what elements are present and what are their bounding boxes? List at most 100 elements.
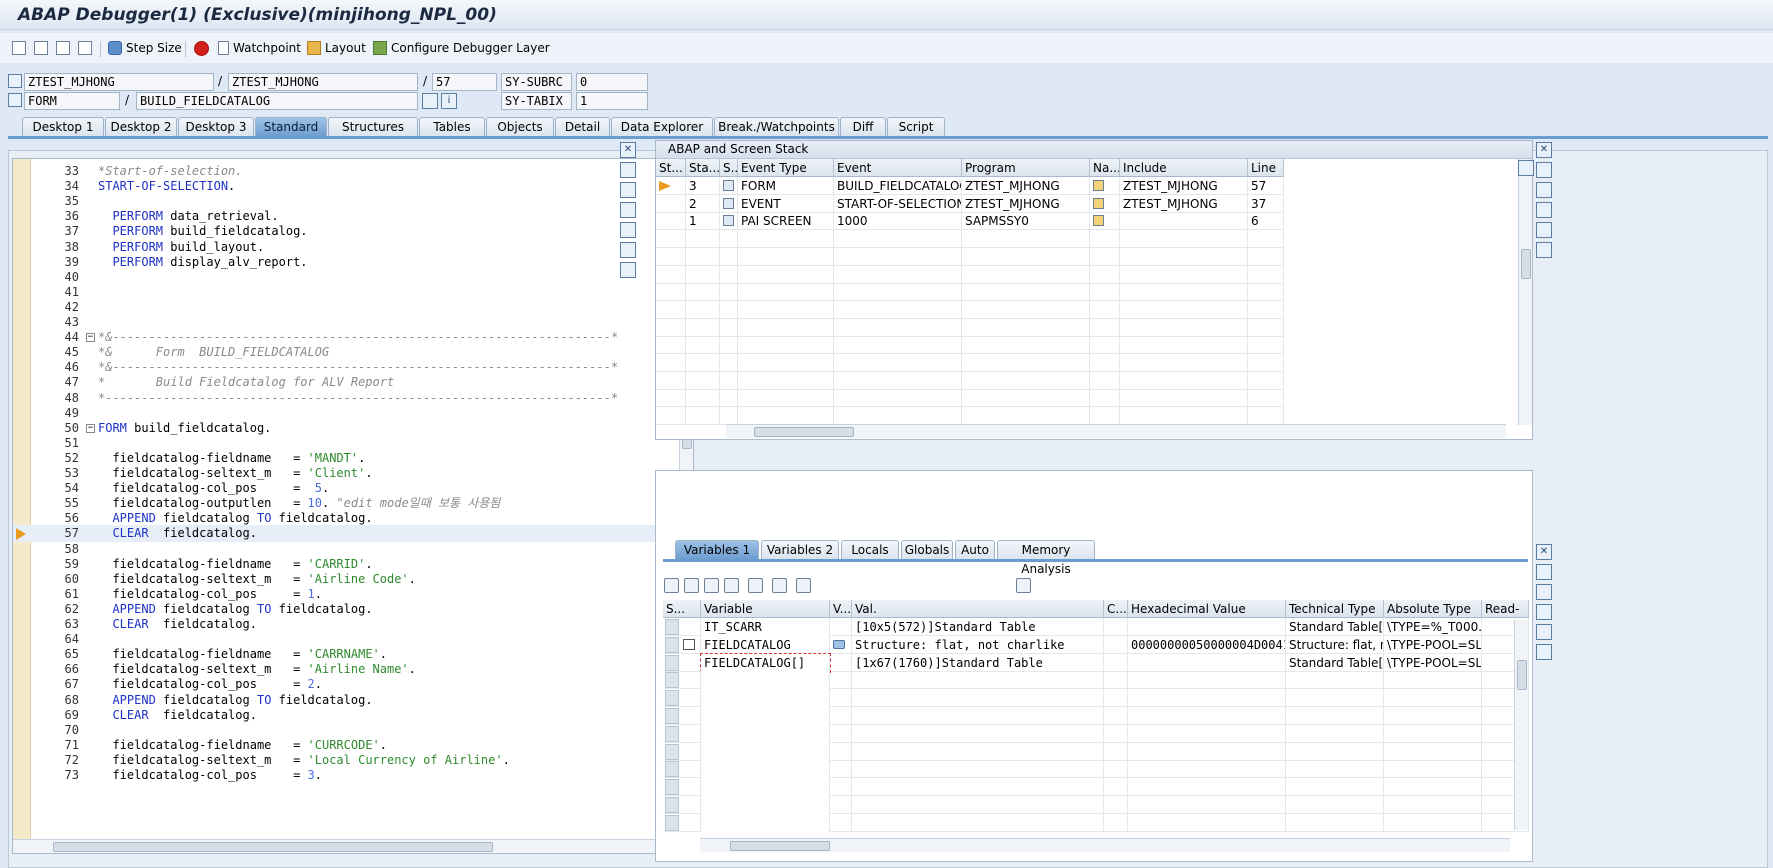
change-value-icon[interactable] bbox=[833, 639, 845, 649]
save-icon[interactable] bbox=[1016, 578, 1031, 593]
variable-name-cell[interactable]: FIELDCATALOG bbox=[701, 635, 830, 654]
variable-row[interactable]: IT_SCARR [10x5(572)]Standard Table Standar… bbox=[663, 618, 1529, 636]
variables-vscrollbar[interactable] bbox=[1514, 620, 1528, 830]
tab-break-watchpoints[interactable]: Break./Watchpoints bbox=[714, 117, 839, 137]
variables-column-header[interactable]: Variable bbox=[701, 600, 830, 618]
tab-tables[interactable]: Tables bbox=[419, 117, 485, 137]
row-selector[interactable] bbox=[665, 708, 679, 724]
variable-row[interactable] bbox=[663, 813, 1529, 832]
row-selector[interactable] bbox=[665, 672, 679, 689]
stack-vscroll-thumb[interactable] bbox=[1521, 249, 1531, 279]
variables-column-header[interactable]: Technical Type bbox=[1286, 600, 1384, 618]
row-selector[interactable] bbox=[665, 636, 679, 653]
expand-icon[interactable] bbox=[748, 578, 763, 593]
tab-standard[interactable]: Standard bbox=[255, 117, 327, 137]
services-tool-icon[interactable] bbox=[620, 242, 636, 258]
variables-column-header[interactable]: S... bbox=[663, 600, 701, 618]
configure-layer-button[interactable]: Configure Debugger Layer bbox=[373, 38, 550, 58]
tab-structures[interactable]: Structures bbox=[328, 117, 418, 137]
filter-icon[interactable] bbox=[796, 578, 811, 593]
row-selector[interactable] bbox=[665, 725, 679, 742]
layout-button[interactable]: Layout bbox=[307, 38, 366, 58]
stack-row[interactable]: 2 EVENT START-OF-SELECTION ZTEST_MJHONG ZTES… bbox=[656, 194, 1284, 213]
variable-name-cell[interactable] bbox=[701, 724, 830, 743]
clear-icon[interactable] bbox=[724, 578, 739, 593]
stack-row[interactable] bbox=[656, 407, 1284, 426]
stack-row[interactable] bbox=[656, 300, 1284, 319]
continue-button[interactable] bbox=[78, 38, 92, 58]
block-type-field[interactable]: FORM bbox=[24, 92, 120, 110]
variables-column-header[interactable]: Read- bbox=[1482, 600, 1529, 618]
tab-desktop-1[interactable]: Desktop 1 bbox=[22, 117, 104, 137]
variables-tab-variables-2[interactable]: Variables 2 bbox=[761, 540, 839, 560]
variable-name-cell[interactable] bbox=[701, 742, 830, 761]
variables-swap-icon[interactable] bbox=[1536, 604, 1552, 620]
execute-button[interactable] bbox=[34, 38, 48, 58]
stack-column-header[interactable]: Na... bbox=[1090, 159, 1120, 177]
program-field[interactable]: ZTEST_MJHONG bbox=[24, 73, 214, 91]
variable-name-cell[interactable] bbox=[701, 671, 830, 690]
variables-column-header[interactable]: C... bbox=[1104, 600, 1128, 618]
variables-vscroll-thumb[interactable] bbox=[1517, 660, 1527, 690]
variables-new-icon[interactable] bbox=[1536, 564, 1552, 580]
stack-hscroll-thumb[interactable] bbox=[754, 427, 854, 437]
stack-column-header[interactable]: Event bbox=[834, 159, 962, 177]
variable-row[interactable]: FIELDCATALOG[] [1x67(1760)]Standard Table… bbox=[663, 652, 1529, 673]
stack-row[interactable] bbox=[656, 371, 1284, 390]
row-selector[interactable] bbox=[665, 814, 679, 831]
row-selector[interactable] bbox=[665, 654, 679, 671]
stack-vscrollbar[interactable] bbox=[1518, 159, 1532, 425]
maximize-tool-icon[interactable] bbox=[620, 202, 636, 218]
row-selector[interactable] bbox=[665, 690, 679, 707]
stack-row[interactable]: 3 FORM BUILD_FIELDCATALOG ZTEST_MJHONG ZTEST… bbox=[656, 177, 1284, 195]
stack-row[interactable] bbox=[656, 230, 1284, 249]
variable-name-cell[interactable] bbox=[701, 796, 830, 814]
variables-tab-locals[interactable]: Locals bbox=[841, 540, 899, 560]
stack-column-header[interactable]: Line bbox=[1248, 159, 1284, 177]
stack-row[interactable] bbox=[656, 389, 1284, 408]
variable-row[interactable] bbox=[663, 778, 1529, 797]
stack-row[interactable] bbox=[656, 247, 1284, 266]
info-icon[interactable]: i bbox=[441, 93, 457, 109]
transfer-icon[interactable] bbox=[772, 578, 787, 593]
stack-column-header[interactable]: S... bbox=[720, 159, 738, 177]
variables-services-icon[interactable] bbox=[1536, 624, 1552, 640]
stack-settings-icon[interactable] bbox=[1536, 242, 1552, 258]
single-step-button[interactable] bbox=[12, 38, 26, 58]
variable-row[interactable]: FIELDCATALOG Structure: flat, not charlik… bbox=[663, 635, 1529, 654]
variable-row[interactable] bbox=[663, 760, 1529, 779]
step-size-button[interactable]: Step Size bbox=[108, 38, 182, 58]
variables-settings-icon[interactable] bbox=[1536, 644, 1552, 660]
variable-name-cell[interactable] bbox=[701, 813, 830, 832]
variable-row[interactable] bbox=[663, 742, 1529, 761]
tab-data-explorer[interactable]: Data Explorer bbox=[611, 117, 713, 137]
row-selector[interactable] bbox=[665, 761, 679, 778]
variables-column-header[interactable]: Val. bbox=[852, 600, 1104, 618]
row-selector[interactable] bbox=[665, 797, 679, 813]
tab-diff[interactable]: Diff bbox=[840, 117, 886, 137]
stack-column-header[interactable]: Event Type bbox=[738, 159, 834, 177]
replace-tool-icon[interactable] bbox=[620, 182, 636, 198]
tab-desktop-2[interactable]: Desktop 2 bbox=[105, 117, 177, 137]
variable-name-cell[interactable] bbox=[701, 707, 830, 725]
tab-script[interactable]: Script bbox=[887, 117, 945, 137]
variable-row[interactable] bbox=[663, 689, 1529, 708]
row-selector[interactable] bbox=[665, 743, 679, 760]
stop-button[interactable] bbox=[194, 38, 209, 58]
navigate-icon[interactable] bbox=[422, 93, 438, 109]
insert-icon[interactable] bbox=[684, 578, 699, 593]
variables-hscrollbar[interactable] bbox=[700, 838, 1510, 852]
stack-column-header[interactable]: Include bbox=[1120, 159, 1248, 177]
tab-desktop-3[interactable]: Desktop 3 bbox=[178, 117, 254, 137]
source-editor[interactable]: 33 *Start-of-selection. 34 START-OF-SELECTI… bbox=[12, 158, 694, 854]
return-button[interactable] bbox=[56, 38, 70, 58]
row-selector[interactable] bbox=[665, 619, 679, 635]
tab-detail[interactable]: Detail bbox=[555, 117, 610, 137]
structure-icon[interactable] bbox=[683, 638, 695, 650]
variables-close-icon[interactable]: ✕ bbox=[1536, 544, 1552, 560]
code-line[interactable]: 73 fieldcatalog-col_pos = 3. bbox=[13, 767, 683, 784]
navigate-source-icon[interactable] bbox=[1093, 197, 1104, 209]
stack-hscrollbar[interactable] bbox=[726, 424, 1506, 438]
stack-row[interactable] bbox=[656, 318, 1284, 337]
variables-tab-memory-analysis[interactable]: Memory Analysis bbox=[997, 540, 1095, 576]
